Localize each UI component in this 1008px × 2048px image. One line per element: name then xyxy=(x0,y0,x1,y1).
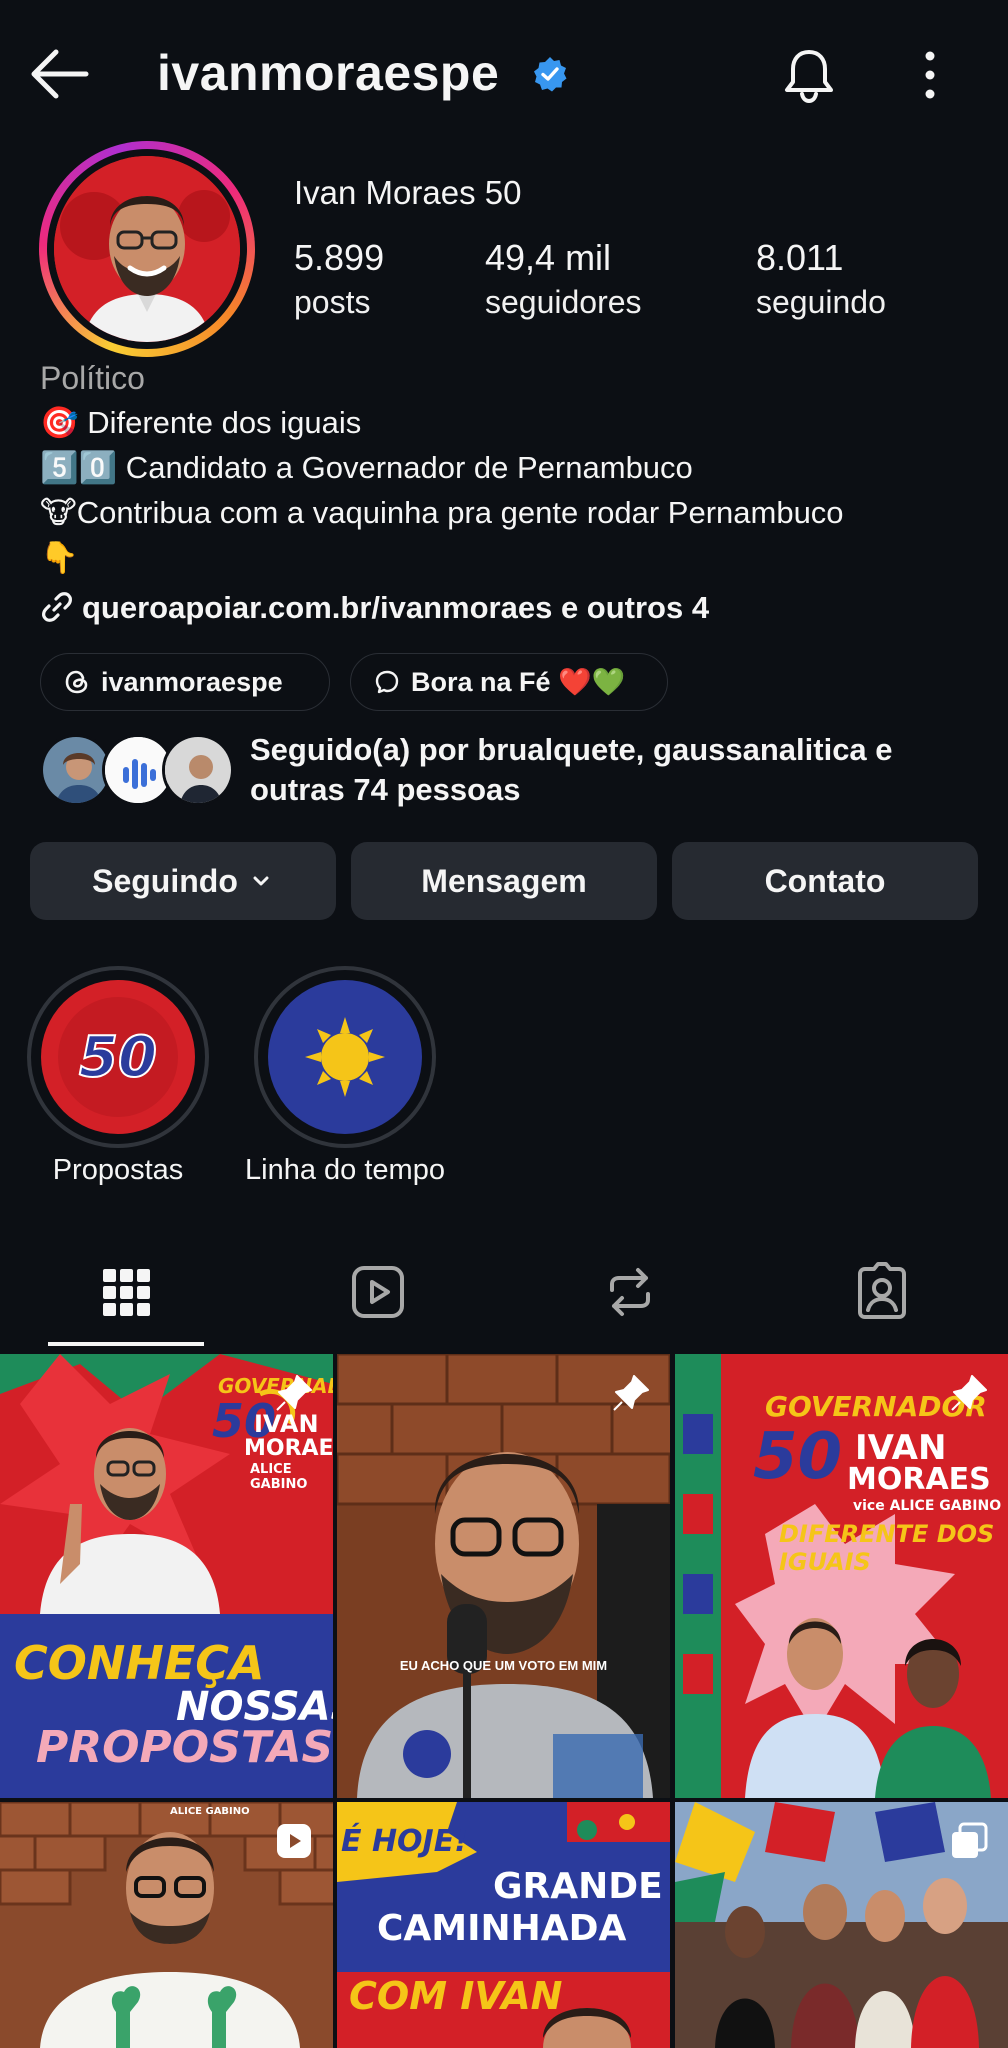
following-button-label: Seguindo xyxy=(92,862,238,899)
bio-link-text: queroapoiar.com.br/ivanmoraes e outros 4 xyxy=(82,590,710,625)
post-thumbnail[interactable]: EU ACHO QUE UM VOTO EM MIM xyxy=(337,1354,670,1798)
threads-icon xyxy=(65,670,88,694)
threads-chip-label: ivanmoraespe xyxy=(101,666,283,697)
post-text: MORAES xyxy=(847,1462,991,1497)
avatar-portrait-image xyxy=(54,156,240,342)
thread-post-chip[interactable]: Bora na Fé ❤️💚 xyxy=(350,653,668,711)
highlight-label: Propostas xyxy=(52,1154,184,1186)
bio-line: 👇 xyxy=(40,540,79,575)
posts-count: 5.899 xyxy=(294,237,385,278)
post-thumbnail[interactable] xyxy=(675,1802,1008,2048)
post-text: CONHEÇA xyxy=(14,1636,265,1690)
highlight-cover: 50 xyxy=(41,980,195,1134)
post-image xyxy=(337,1354,670,1798)
post-text: 50 xyxy=(753,1420,843,1494)
reels-icon[interactable] xyxy=(346,1260,410,1324)
followed-by-text: Seguido(a) por brualquete, gaussanalitic… xyxy=(250,730,893,810)
post-text: ALICE GABINO xyxy=(250,1462,308,1492)
active-tab-indicator xyxy=(48,1342,204,1346)
followed-by-line2: outras 74 pessoas xyxy=(250,772,521,807)
following-button[interactable]: Seguindo xyxy=(30,842,336,920)
post-text: CAMINHADA xyxy=(377,1908,627,1949)
reposts-icon[interactable] xyxy=(598,1260,662,1324)
highlight-linha-do-tempo[interactable] xyxy=(254,966,436,1148)
post-text: COM IVAN xyxy=(349,1974,563,2018)
followers-label: seguidores xyxy=(485,284,642,320)
bio-line: 5️⃣0️⃣ Candidato a Governador de Pernamb… xyxy=(40,450,693,485)
post-thumbnail[interactable]: ALICE GABINO xyxy=(0,1802,333,2048)
post-text: DIFERENTE DOS IGUAIS xyxy=(779,1520,995,1576)
reel-badge-icon xyxy=(277,1824,311,1858)
post-thumbnail[interactable]: GOVERNADOR 50 IVAN MORAES ALICE GABINO C… xyxy=(0,1354,333,1798)
verified-badge-icon xyxy=(534,57,567,92)
carousel-icon xyxy=(952,1822,988,1858)
followed-by-line1: Seguido(a) por brualquete, gaussanalitic… xyxy=(250,732,893,767)
post-text: vice ALICE GABINO xyxy=(853,1498,1002,1514)
chevron-down-icon xyxy=(253,876,269,886)
thread-post-label: Bora na Fé ❤️💚 xyxy=(411,667,626,697)
posts-label: posts xyxy=(294,284,371,320)
stat-followers[interactable]: 49,4 mil seguidores xyxy=(485,236,642,324)
display-name: Ivan Moraes 50 xyxy=(294,174,522,211)
post-text: GRANDE xyxy=(493,1866,663,1907)
link-icon xyxy=(42,592,72,622)
highlight-label: Linha do tempo xyxy=(245,1154,445,1186)
back-arrow-icon[interactable] xyxy=(28,46,90,102)
pin-icon xyxy=(276,1375,312,1411)
highlight-propostas[interactable]: 50 xyxy=(27,966,209,1148)
bell-icon[interactable] xyxy=(780,46,838,104)
posts-grid: GOVERNADOR 50 IVAN MORAES ALICE GABINO C… xyxy=(0,1354,1008,2048)
profile-username: ivanmoraespe xyxy=(157,45,500,101)
post-thumbnail[interactable]: GOVERNADOR 50 IVAN MORAES vice ALICE GAB… xyxy=(675,1354,1008,1798)
grid-icon[interactable] xyxy=(94,1260,158,1324)
speech-bubble-icon xyxy=(375,670,399,694)
tagged-icon[interactable] xyxy=(850,1260,914,1324)
message-button-label: Mensagem xyxy=(421,862,587,899)
post-text: É HOJE! xyxy=(341,1824,468,1859)
highlight-cover-text: 50 xyxy=(79,1025,157,1090)
followed-by[interactable]: Seguido(a) por brualquete, gaussanalitic… xyxy=(40,730,980,820)
stat-following[interactable]: 8.011 seguindo xyxy=(756,236,886,324)
post-text: ALICE GABINO xyxy=(170,1806,250,1817)
message-button[interactable]: Mensagem xyxy=(351,842,657,920)
post-text: PROPOSTAS xyxy=(36,1722,333,1773)
highlight-cover xyxy=(268,980,422,1134)
pin-icon xyxy=(951,1375,987,1411)
story-ring[interactable] xyxy=(39,141,255,357)
bio-link[interactable]: queroapoiar.com.br/ivanmoraes e outros 4 xyxy=(40,590,709,626)
post-text: MORAES xyxy=(244,1436,333,1461)
sun-icon xyxy=(305,1017,385,1097)
post-caption: EU ACHO QUE UM VOTO EM MIM xyxy=(399,1658,608,1673)
following-count: 8.011 xyxy=(756,237,844,278)
more-vertical-icon[interactable] xyxy=(912,46,948,104)
bio-line: 🎯 Diferente dos iguais xyxy=(40,405,362,440)
bio-line: 🐮Contribua com a vaquinha pra gente roda… xyxy=(40,495,844,530)
following-label: seguindo xyxy=(756,284,886,320)
pin-icon xyxy=(613,1375,649,1411)
profile-tabs xyxy=(0,1240,1008,1350)
stat-posts[interactable]: 5.899 posts xyxy=(294,236,384,324)
avatar xyxy=(54,156,240,342)
contact-button-label: Contato xyxy=(764,862,886,899)
profile-header: ivanmoraespe xyxy=(0,0,1008,150)
threads-chip[interactable]: ivanmoraespe xyxy=(40,653,330,711)
follower-avatar xyxy=(162,734,234,806)
followers-count: 49,4 mil xyxy=(485,237,612,278)
profile-category: Político xyxy=(40,360,145,396)
contact-button[interactable]: Contato xyxy=(672,842,978,920)
post-thumbnail[interactable]: É HOJE! GRANDE CAMINHADA COM IVAN xyxy=(337,1802,670,2048)
post-text: IVAN xyxy=(254,1410,319,1438)
